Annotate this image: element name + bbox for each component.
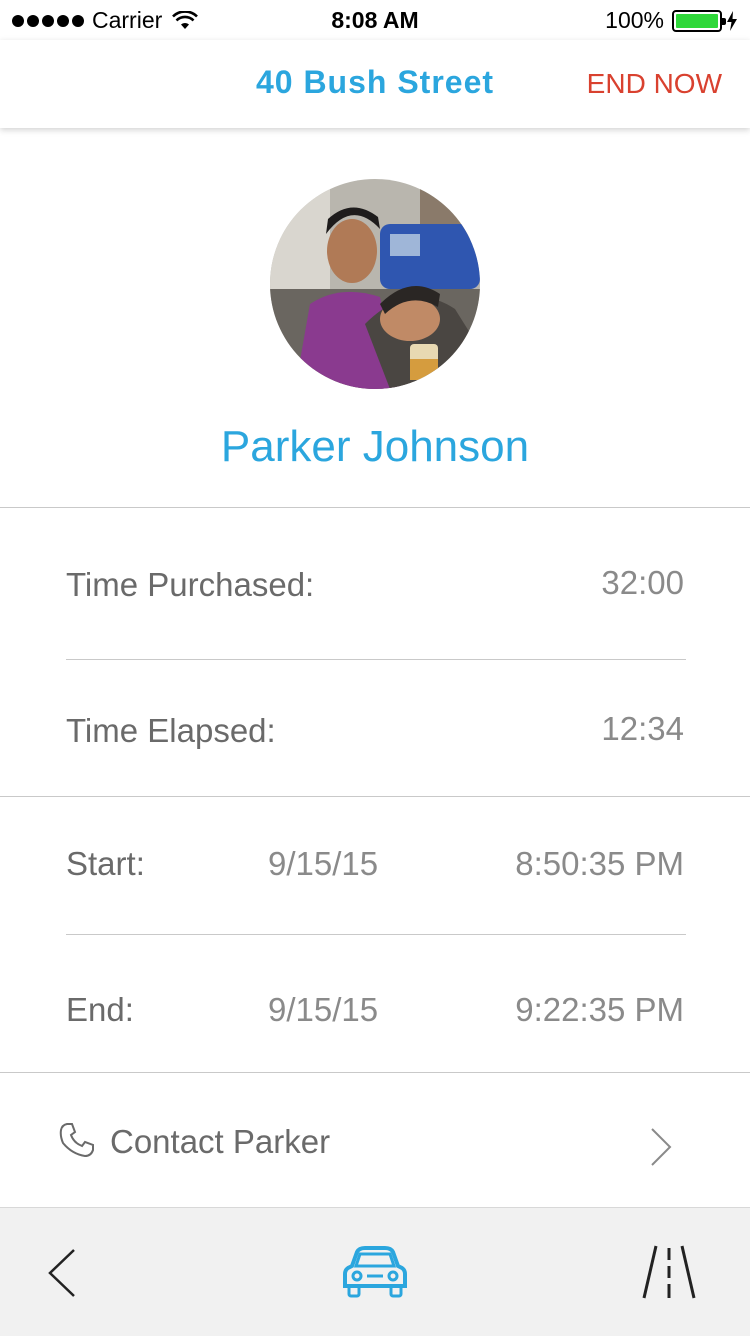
time-purchased-label: Time Purchased: [66, 566, 315, 603]
car-icon[interactable] [343, 1244, 407, 1300]
time-purchased-value: 32:00 [601, 564, 684, 601]
profile-name: Parker Johnson [220, 422, 530, 471]
battery-tip [722, 17, 726, 25]
start-label: Start: [66, 845, 145, 882]
road-icon[interactable] [640, 1244, 698, 1300]
contact-parker-row[interactable]: Contact Parker [0, 1073, 750, 1206]
start-time: 8:50:35 PM [515, 845, 684, 882]
end-date: 9/15/15 [268, 991, 379, 1028]
battery-fill [676, 13, 718, 28]
back-chevron-icon[interactable] [44, 1246, 78, 1300]
divider [66, 659, 686, 660]
divider [0, 507, 750, 508]
phone-icon [59, 1123, 94, 1158]
contact-label: Contact Parker [110, 1123, 331, 1160]
avatar-photo [270, 179, 480, 389]
charging-bolt-icon [727, 10, 737, 31]
time-elapsed-value: 12:34 [601, 710, 684, 747]
end-time: 9:22:35 PM [515, 991, 684, 1028]
battery-icon [672, 9, 726, 32]
divider [66, 934, 686, 935]
status-bar: Carrier 8:08 AM 100% [0, 0, 750, 40]
battery-percentage: 100% [605, 7, 664, 33]
tab-bar [0, 1207, 750, 1336]
start-date: 9/15/15 [268, 845, 379, 882]
time-elapsed-label: Time Elapsed: [66, 712, 276, 749]
navigation-header: 40 Bush Street END NOW [0, 40, 750, 128]
end-now-button[interactable]: END NOW [587, 68, 722, 100]
avatar [270, 179, 480, 389]
status-right: 100% [605, 7, 738, 34]
divider [0, 796, 750, 797]
chevron-right-icon [651, 1128, 672, 1166]
end-label: End: [66, 991, 134, 1028]
